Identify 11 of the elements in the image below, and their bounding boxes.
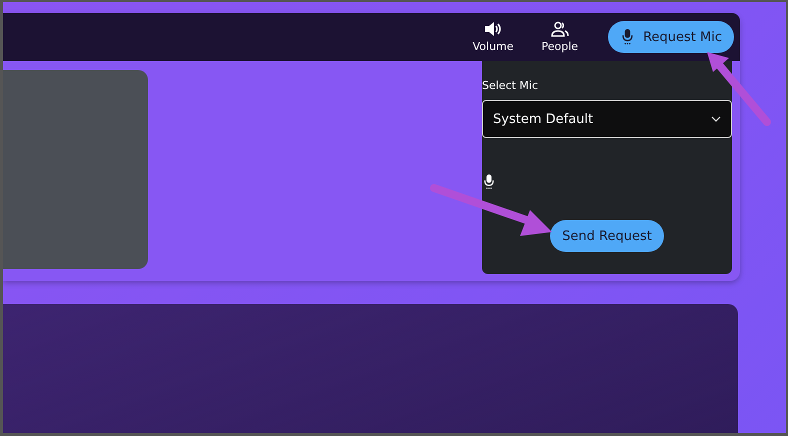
send-request-button[interactable]: Send Request [550,220,664,252]
chevron-icon [711,116,721,122]
toolbar-button[interactable]: Volume [466,21,520,53]
panel-title: Select Mic [482,79,540,92]
microphone-icon [622,29,634,45]
people-icon [550,21,569,37]
request-mic-button[interactable]: Request Mic [608,21,734,53]
microphone-icon [484,174,494,190]
mic-select[interactable]: System Default [482,100,732,138]
toolbar-button[interactable]: People [536,21,584,53]
speaker-icon [484,21,502,37]
